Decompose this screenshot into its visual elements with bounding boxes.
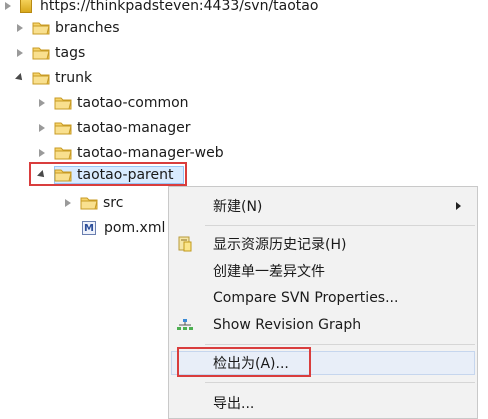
folder-icon [54,122,72,135]
folder-icon [32,47,50,60]
menu-item-create-patch[interactable]: 创建单一差异文件 [169,258,477,284]
menu-item-label: 新建(N) [213,199,263,215]
tree-item-label: taotao-common [77,95,189,111]
tree-item-label: branches [55,20,120,36]
context-menu: 新建(N) 显示资源历史记录(H) 创建单一差异文件 Compare SVN P… [168,186,478,419]
menu-item-label: 创建单一差异文件 [213,264,325,280]
folder-icon [54,97,72,110]
revision-graph-icon [177,317,193,333]
tree-item-label: taotao-manager [77,120,191,136]
menu-item-label: 显示资源历史记录(H) [213,237,347,253]
folder-icon [80,197,98,210]
menu-separator [205,344,475,345]
menu-item-show-revision-graph[interactable]: Show Revision Graph [169,312,477,338]
menu-item-export[interactable]: 导出... [169,390,477,416]
chevron-right-icon[interactable] [62,197,74,209]
annotation-highlight-box [29,162,187,186]
folder-icon [54,147,72,160]
repository-icon [20,0,32,13]
menu-item-show-history[interactable]: 显示资源历史记录(H) [169,231,477,257]
tree-item-src[interactable]: src [62,192,123,214]
chevron-right-icon[interactable] [2,0,14,12]
chevron-right-icon[interactable] [14,47,26,59]
tree-item-label: taotao-manager-web [77,145,224,161]
tree-item-pom-xml[interactable]: M pom.xml [80,217,165,239]
menu-separator [205,382,475,383]
tree-item-label: tags [55,45,86,61]
tree-item-branches[interactable]: branches [14,17,120,39]
history-icon [177,236,193,252]
annotation-highlight-box [177,347,311,377]
tree-item-label: trunk [55,70,93,86]
chevron-right-icon[interactable] [14,22,26,34]
repository-url: https://thinkpadsteven:4433/svn/taotao [40,0,319,14]
menu-item-label: Compare SVN Properties... [213,290,399,306]
tree-item-tags[interactable]: tags [14,42,85,64]
tree-item-taotao-common[interactable]: taotao-common [36,92,189,114]
menu-item-label: Show Revision Graph [213,317,362,333]
tree-item-taotao-manager-web[interactable]: taotao-manager-web [36,142,224,164]
chevron-right-icon[interactable] [36,97,48,109]
tree-item-label: src [103,195,124,211]
folder-icon [32,22,50,35]
menu-item-compare-svn-properties[interactable]: Compare SVN Properties... [169,285,477,311]
chevron-right-icon[interactable] [36,122,48,134]
menu-item-label: 导出... [213,396,255,412]
submenu-arrow-icon [456,202,461,210]
tree-item-repository[interactable]: https://thinkpadsteven:4433/svn/taotao [2,0,318,17]
menu-item-new[interactable]: 新建(N) [169,193,477,219]
menu-separator [205,225,475,226]
chevron-down-icon[interactable] [14,72,26,84]
maven-file-icon: M [82,221,96,235]
tree-item-label: pom.xml [104,220,166,236]
tree-item-trunk[interactable]: trunk [14,67,92,89]
chevron-right-icon[interactable] [36,147,48,159]
tree-item-taotao-manager[interactable]: taotao-manager [36,117,191,139]
folder-icon [32,72,50,85]
